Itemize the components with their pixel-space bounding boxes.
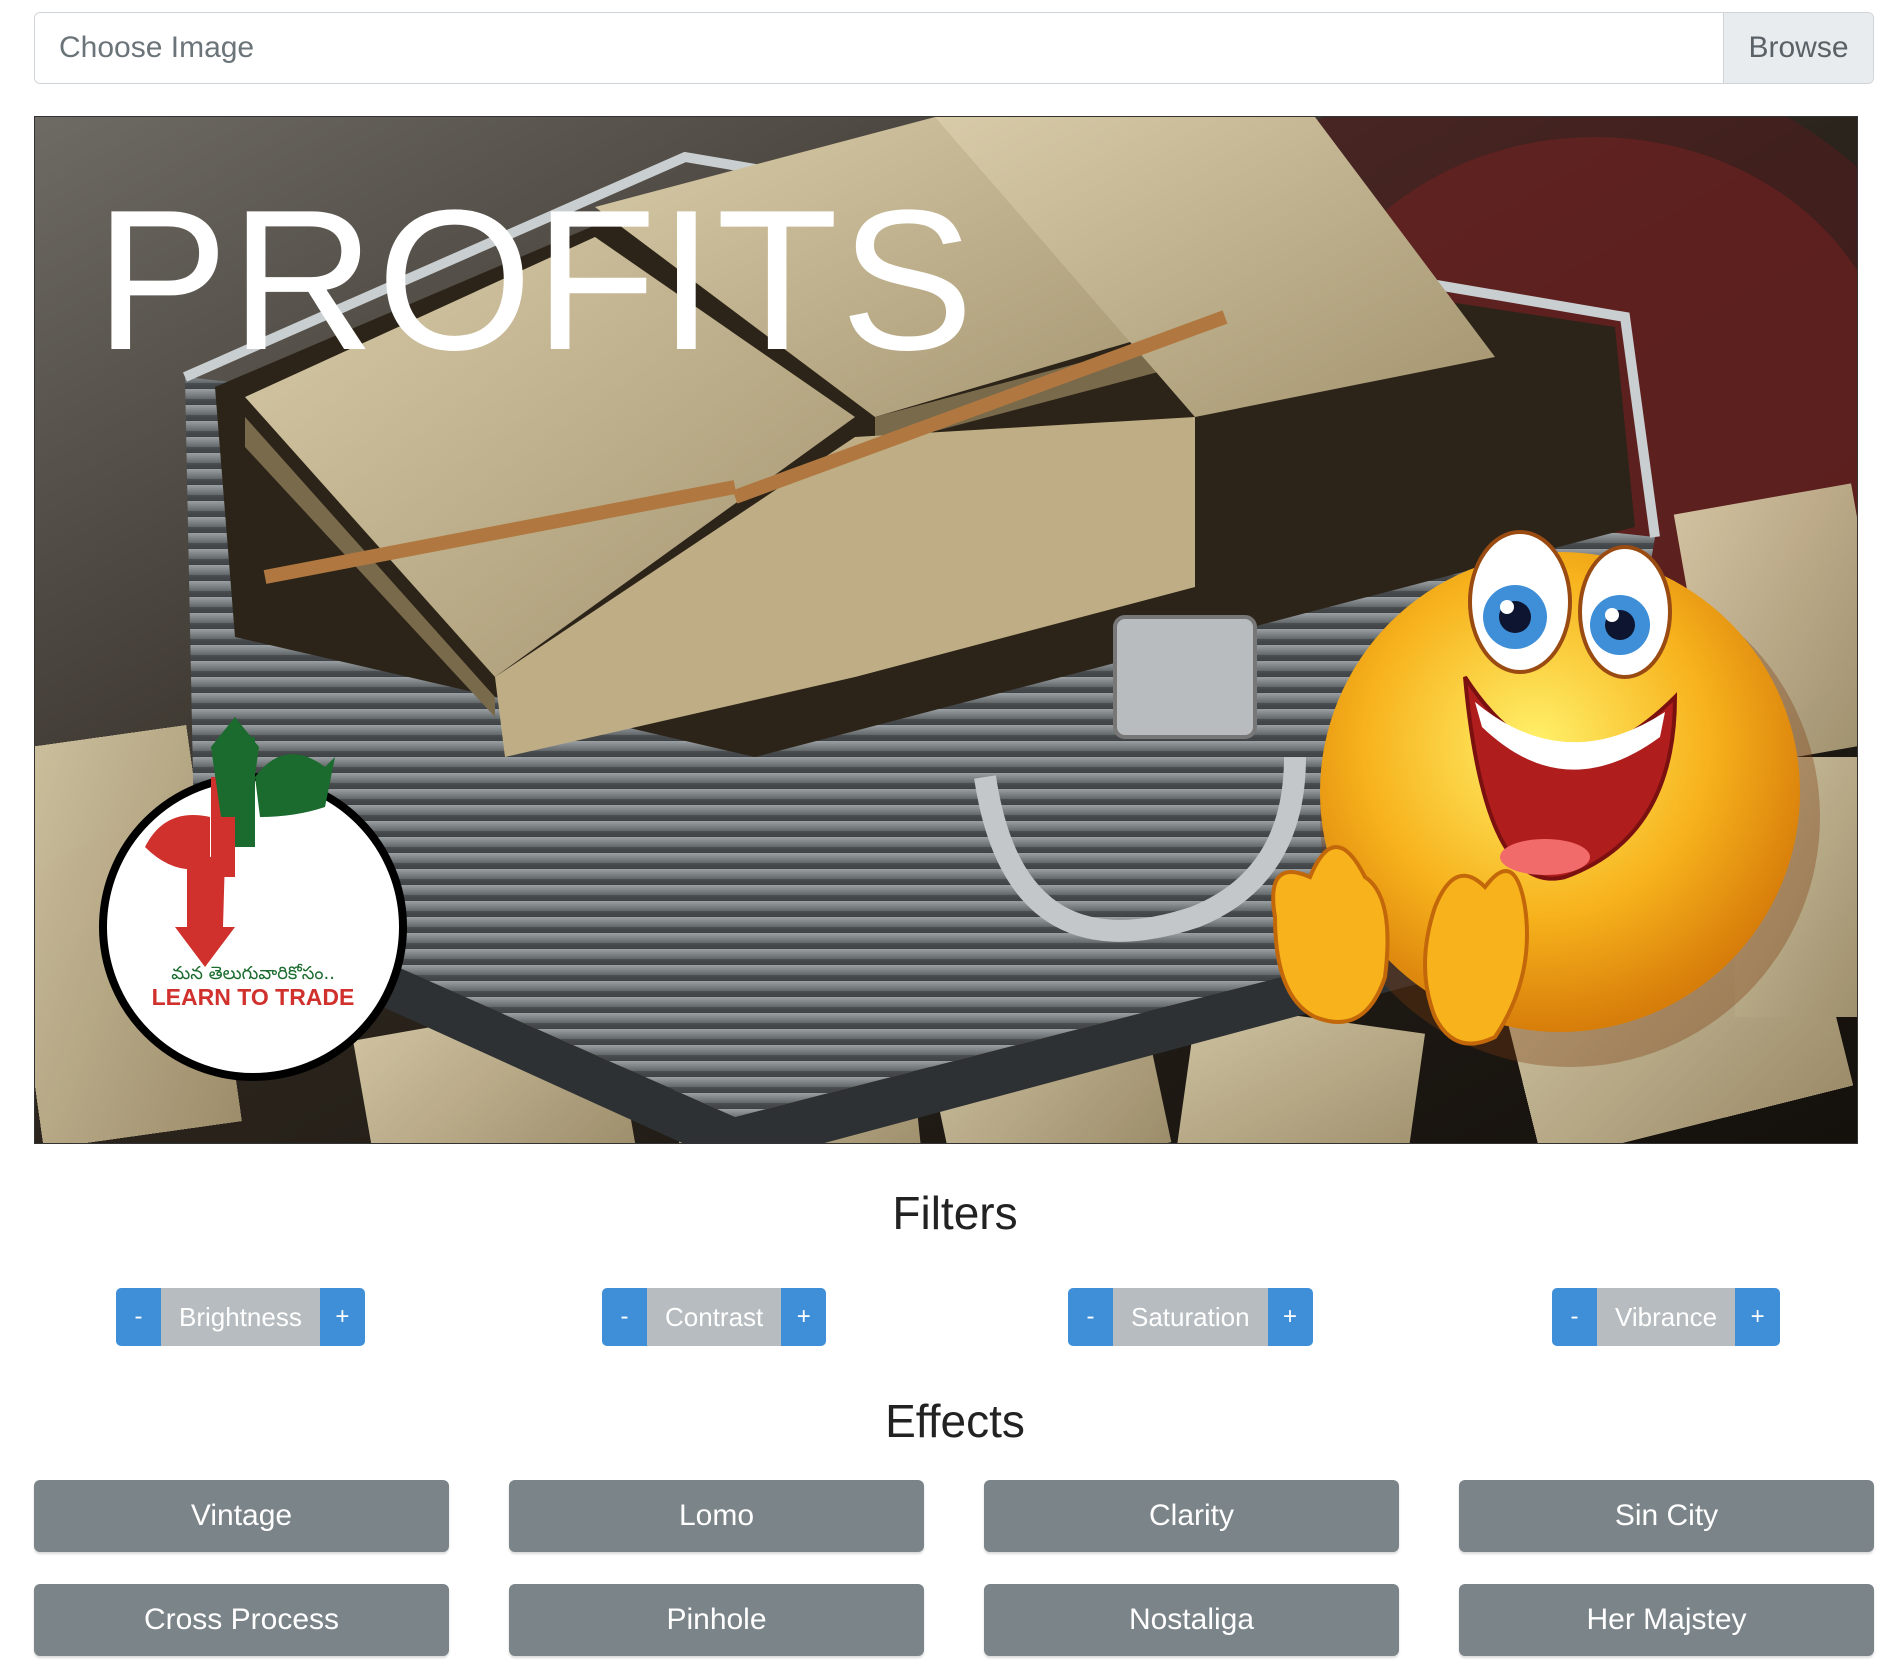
effects-heading: Effects (885, 1395, 1025, 1447)
saturation-increase-button[interactable]: + (1267, 1288, 1313, 1346)
contrast-decrease-button[interactable]: - (602, 1288, 647, 1346)
brightness-label: Brightness (161, 1288, 320, 1346)
effects-grid: Vintage Lomo Clarity Sin City Cross Proc… (34, 1480, 1874, 1656)
saturation-label: Saturation (1113, 1288, 1268, 1346)
vibrance-control: - Vibrance + (1552, 1288, 1781, 1346)
browse-button[interactable]: Browse (1723, 13, 1873, 83)
money-briefcase-image: PROFITS మన తెలుగువారికోసం.. LEARN TO TRA… (35, 117, 1857, 1143)
brightness-decrease-button[interactable]: - (116, 1288, 161, 1346)
saturation-control: - Saturation + (1068, 1288, 1313, 1346)
effect-nostaliga-button[interactable]: Nostaliga (984, 1584, 1399, 1656)
effect-her-majstey-button[interactable]: Her Majstey (1459, 1584, 1874, 1656)
effect-clarity-button[interactable]: Clarity (984, 1480, 1399, 1552)
effect-vintage-button[interactable]: Vintage (34, 1480, 449, 1552)
vibrance-increase-button[interactable]: + (1735, 1288, 1781, 1346)
vibrance-label: Vibrance (1597, 1288, 1736, 1346)
edited-image: PROFITS మన తెలుగువారికోసం.. LEARN TO TRA… (34, 116, 1858, 1144)
profits-overlay-text: PROFITS (95, 169, 976, 392)
vibrance-decrease-button[interactable]: - (1552, 1288, 1597, 1346)
filters-heading: Filters (892, 1187, 1018, 1239)
contrast-label: Contrast (647, 1288, 782, 1346)
brightness-control: - Brightness + (116, 1288, 365, 1346)
logo-telugu-text: మన తెలుగువారికోసం.. (171, 963, 335, 984)
choose-image-input[interactable] (35, 13, 1723, 83)
effect-cross-process-button[interactable]: Cross Process (34, 1584, 449, 1656)
brightness-increase-button[interactable]: + (319, 1288, 365, 1346)
contrast-increase-button[interactable]: + (781, 1288, 827, 1346)
effect-lomo-button[interactable]: Lomo (509, 1480, 924, 1552)
contrast-control: - Contrast + (602, 1288, 827, 1346)
file-chooser: Browse (34, 12, 1874, 84)
logo-text: LEARN TO TRADE (152, 984, 355, 1010)
saturation-decrease-button[interactable]: - (1068, 1288, 1113, 1346)
effect-sin-city-button[interactable]: Sin City (1459, 1480, 1874, 1552)
effect-pinhole-button[interactable]: Pinhole (509, 1584, 924, 1656)
